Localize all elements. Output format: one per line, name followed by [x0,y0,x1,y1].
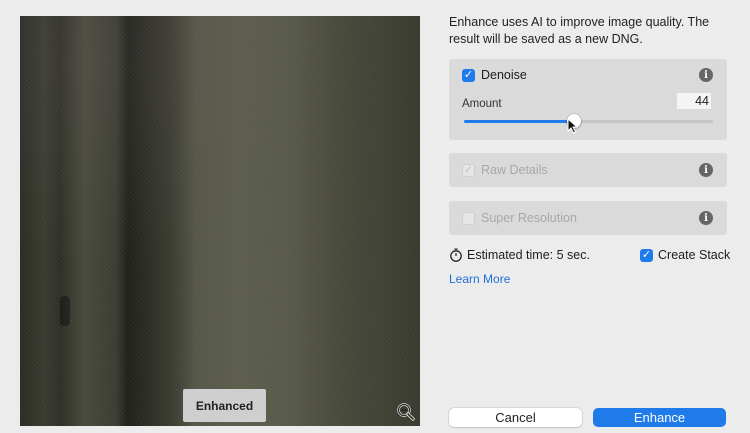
raw-details-info-icon[interactable]: i [699,163,713,177]
estimated-time: Estimated time: 5 sec. [449,248,590,262]
super-resolution-panel: Super Resolution i [449,201,727,235]
stopwatch-icon [450,248,462,262]
estimated-time-text: Estimated time: 5 sec. [467,248,590,262]
amount-slider-fill [464,120,574,123]
mouse-pointer-icon [567,118,579,134]
denoise-checkbox[interactable]: ✓ [462,69,475,82]
zoom-out-icon[interactable] [396,402,416,422]
create-stack-label: Create Stack [658,248,731,262]
enhance-button[interactable]: Enhance [593,408,726,427]
raw-details-panel: ✓ Raw Details i [449,153,727,187]
cancel-button[interactable]: Cancel [449,408,582,427]
denoise-label: Denoise [481,68,527,82]
description-text: Enhance uses AI to improve image quality… [449,15,710,46]
super-resolution-checkbox[interactable] [462,212,475,225]
image-preview[interactable] [20,16,420,426]
enhanced-badge[interactable]: Enhanced [183,389,266,422]
learn-more-link[interactable]: Learn More [449,272,510,286]
denoise-info-icon[interactable]: i [699,68,713,82]
super-resolution-info-icon[interactable]: i [699,211,713,225]
raw-details-label: Raw Details [481,163,548,177]
amount-label: Amount [462,98,502,110]
denoise-panel: ✓ Denoise i Amount 44 [449,59,727,140]
amount-value-field[interactable]: 44 [677,93,711,109]
super-resolution-label: Super Resolution [481,211,577,225]
amount-slider[interactable] [464,114,713,128]
create-stack-option[interactable]: ✓ Create Stack [640,248,730,262]
raw-details-checkbox[interactable]: ✓ [462,164,475,177]
create-stack-checkbox[interactable]: ✓ [640,248,653,262]
